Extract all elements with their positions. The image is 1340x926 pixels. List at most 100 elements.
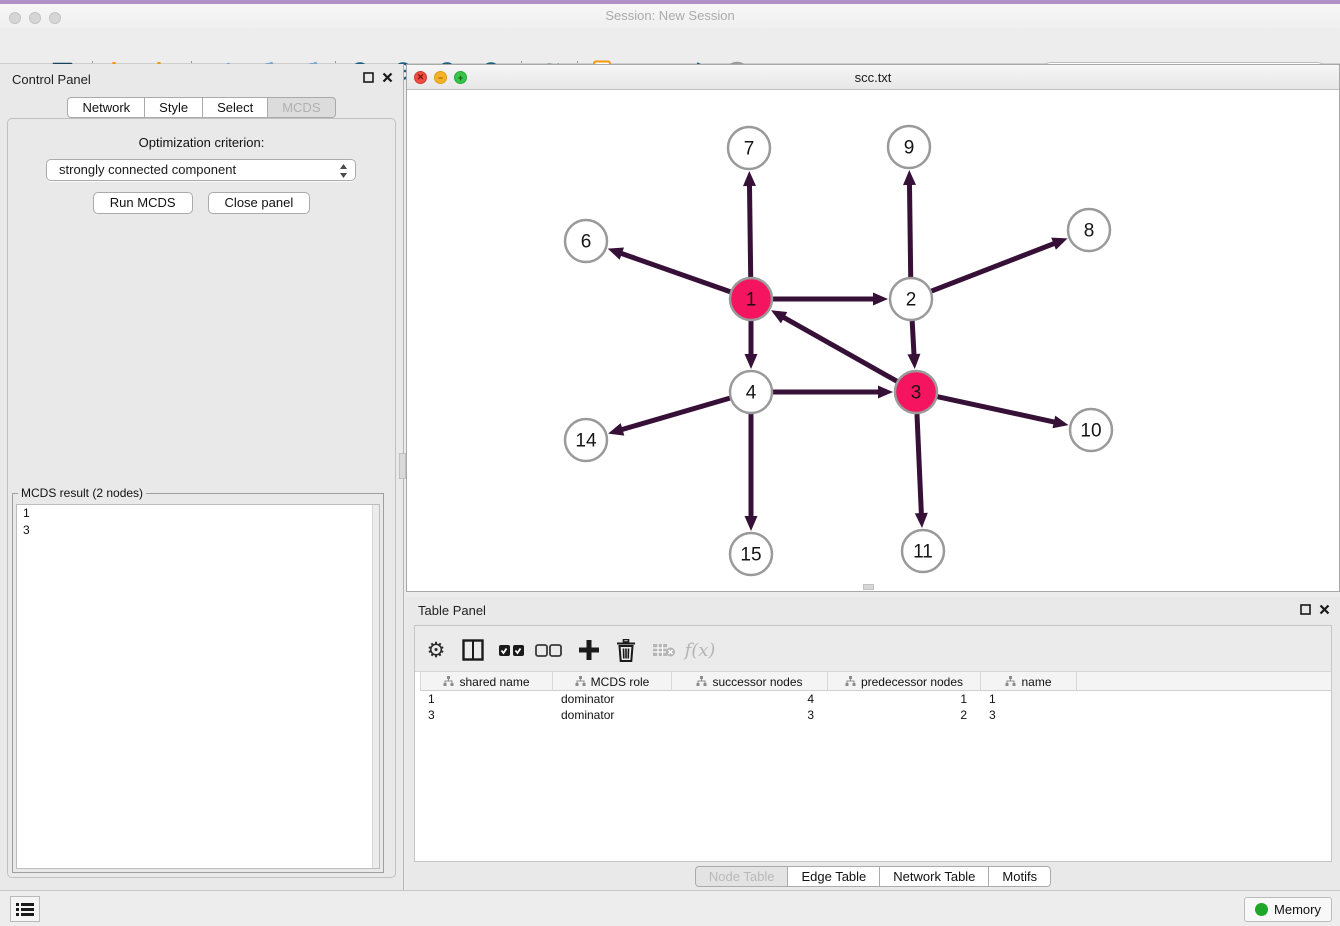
graph-edge-arrowhead <box>743 171 756 186</box>
delete-column-trash-icon[interactable] <box>611 635 641 665</box>
table-header-row: shared nameMCDS rolesuccessor nodesprede… <box>420 672 1331 691</box>
function-builder-icon-disabled: f(x) <box>685 635 715 665</box>
table-cell: 4 <box>672 691 828 707</box>
list-icon <box>16 902 34 916</box>
network-window-titlebar[interactable]: ✕ − + scc.txt <box>407 65 1339 90</box>
dropdown-stepper-icon <box>339 163 348 185</box>
table-panel: Table Panel ⚙ <box>406 597 1340 890</box>
table-cell: 3 <box>420 707 553 723</box>
table-cell: dominator <box>553 707 672 723</box>
graph-node-label: 7 <box>744 139 755 160</box>
task-history-button[interactable] <box>10 896 40 922</box>
network-canvas[interactable]: 7968124314101511 <box>407 90 1339 591</box>
memory-label: Memory <box>1274 902 1321 917</box>
mcds-result-line: 3 <box>17 522 379 539</box>
graph-edge-arrowhead <box>1052 416 1068 429</box>
graph-node-label: 2 <box>906 290 917 311</box>
tab-mcds[interactable]: MCDS <box>268 97 335 118</box>
graph-node-label: 14 <box>575 431 597 452</box>
table-settings-gear-icon[interactable]: ⚙ <box>421 635 451 665</box>
graph-node-label: 1 <box>746 290 757 311</box>
table-panel-title: Table Panel <box>418 603 486 618</box>
tab-style[interactable]: Style <box>145 97 203 118</box>
select-all-rows-icon[interactable] <box>497 635 527 665</box>
table-cell: 1 <box>828 691 981 707</box>
app-titlebar: Session: New Session <box>0 4 1340 28</box>
mcds-result-textarea[interactable]: 13 <box>16 504 380 869</box>
network-graph[interactable]: 7968124314101511 <box>407 90 1339 591</box>
graph-edge-arrowhead <box>745 516 758 531</box>
graph-edge-arrowhead <box>745 354 758 369</box>
table-row[interactable]: 3dominator323 <box>420 707 1331 723</box>
close-panel-button[interactable]: Close panel <box>208 192 311 214</box>
control-panel-tabs: NetworkStyleSelectMCDS <box>0 97 403 118</box>
table-row[interactable]: 1dominator411 <box>420 691 1331 707</box>
graph-edge-1-7[interactable] <box>749 182 750 277</box>
graph-edge-2-8[interactable] <box>932 242 1058 291</box>
tab-node-table[interactable]: Node Table <box>695 866 789 887</box>
float-table-panel-icon[interactable] <box>1300 604 1311 615</box>
column-header-predecessor-nodes[interactable]: predecessor nodes <box>828 672 981 691</box>
graph-edge-arrowhead <box>1051 238 1067 250</box>
float-panel-icon[interactable] <box>363 72 374 83</box>
graph-node-label: 10 <box>1080 421 1101 442</box>
node-table-container: ⚙ f(x) <box>414 625 1332 862</box>
toggle-column-panel-icon[interactable] <box>458 635 488 665</box>
control-panel: Control Panel NetworkStyleSelectMCDS Opt… <box>0 64 404 890</box>
status-bar: Memory <box>0 890 1340 926</box>
graph-edge-arrowhead <box>873 293 888 306</box>
network-view-window: ✕ − + scc.txt 7968124314101511 <box>406 64 1340 592</box>
application-window: Session: New Session <box>0 0 1340 926</box>
graph-edge-4-14[interactable] <box>619 398 730 430</box>
node-table[interactable]: shared nameMCDS rolesuccessor nodesprede… <box>420 672 1331 723</box>
deselect-all-rows-icon[interactable] <box>534 635 564 665</box>
network-resize-grip[interactable] <box>863 584 874 590</box>
tab-network-table[interactable]: Network Table <box>880 866 989 887</box>
table-toolbar: ⚙ f(x) <box>415 626 1331 672</box>
graph-node-label: 11 <box>913 542 933 563</box>
mcds-result-line: 1 <box>17 505 379 522</box>
memory-button[interactable]: Memory <box>1244 897 1332 922</box>
table-cell: 1 <box>420 691 553 707</box>
graph-edge-3-10[interactable] <box>937 397 1057 423</box>
tab-network[interactable]: Network <box>67 97 145 118</box>
add-column-icon[interactable] <box>574 635 604 665</box>
mcds-panel: Optimization criterion: strongly connect… <box>7 118 396 878</box>
run-mcds-button[interactable]: Run MCDS <box>93 192 193 214</box>
graph-edge-2-3[interactable] <box>912 321 914 358</box>
graph-node-label: 3 <box>911 383 922 404</box>
table-cell: 2 <box>828 707 981 723</box>
graph-node-label: 8 <box>1084 221 1095 242</box>
close-panel-icon[interactable] <box>382 72 393 83</box>
control-panel-title: Control Panel <box>12 72 91 87</box>
graph-node-label: 15 <box>740 545 761 566</box>
graph-edge-3-1[interactable] <box>781 316 897 382</box>
graph-node-label: 4 <box>746 383 757 404</box>
result-scrollbar[interactable] <box>372 505 379 868</box>
graph-edge-arrowhead <box>915 513 928 528</box>
column-header-shared-name[interactable]: shared name <box>420 672 553 691</box>
tab-motifs[interactable]: Motifs <box>989 866 1051 887</box>
optimization-criterion-dropdown[interactable]: strongly connected component <box>46 159 356 181</box>
column-header-mcds-role[interactable]: MCDS role <box>553 672 672 691</box>
tab-select[interactable]: Select <box>203 97 268 118</box>
optimization-criterion-label: Optimization criterion: <box>8 135 395 150</box>
close-table-panel-icon[interactable] <box>1319 604 1330 615</box>
column-header-name[interactable]: name <box>981 672 1077 691</box>
table-panel-tabs: Node TableEdge TableNetwork TableMotifs <box>406 866 1340 887</box>
window-title: Session: New Session <box>0 4 1340 28</box>
tab-edge-table[interactable]: Edge Table <box>788 866 880 887</box>
panel-splitter-handle[interactable] <box>399 453 406 479</box>
delete-table-icon-disabled <box>649 635 679 665</box>
graph-edge-arrowhead <box>907 354 920 369</box>
main-toolbar <box>0 28 1340 64</box>
table-cell: dominator <box>553 691 672 707</box>
graph-edge-arrowhead <box>878 386 893 399</box>
graph-node-label: 6 <box>581 232 592 253</box>
graph-edge-arrowhead <box>608 247 624 259</box>
column-header-successor-nodes[interactable]: successor nodes <box>672 672 828 691</box>
graph-edge-3-11[interactable] <box>917 414 922 517</box>
graph-edge-2-9[interactable] <box>909 181 910 277</box>
graph-edge-arrowhead <box>608 423 624 435</box>
graph-edge-1-6[interactable] <box>618 252 730 291</box>
